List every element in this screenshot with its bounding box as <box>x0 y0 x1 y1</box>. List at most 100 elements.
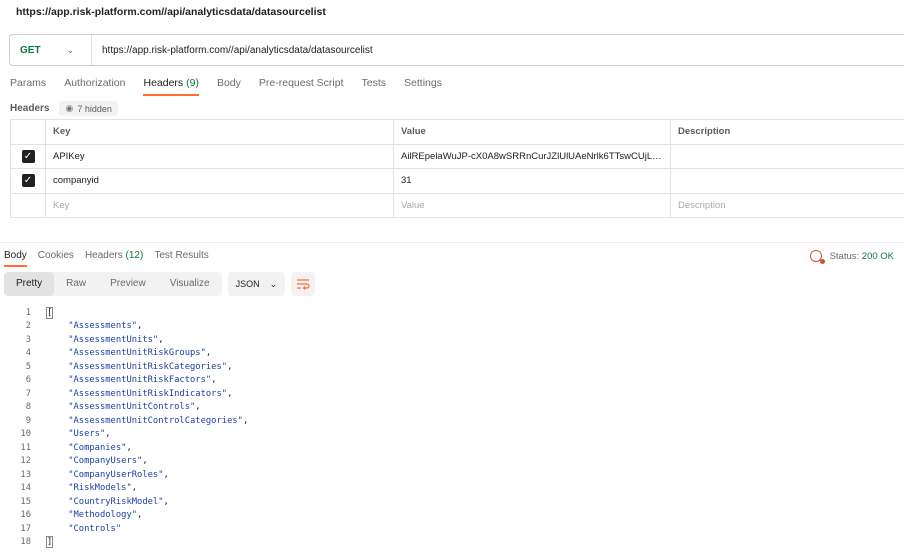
request-tabs: Params Authorization Headers (9) Body Pr… <box>10 77 460 96</box>
tab-authorization[interactable]: Authorization <box>64 77 125 96</box>
code-line: 5 "AssessmentUnitRiskCategories", <box>0 360 904 374</box>
code-text: "AssessmentUnitRiskCategories", <box>68 361 233 372</box>
code-line: 16 "Methodology", <box>0 509 904 523</box>
empty-check-cell <box>10 192 46 218</box>
tab-headers[interactable]: Headers (9) <box>143 77 199 96</box>
header-key-cell[interactable]: companyid <box>45 168 394 194</box>
header-value-cell[interactable]: 31 <box>393 168 671 194</box>
code-line: 7 "AssessmentUnitRiskIndicators", <box>0 387 904 401</box>
code-line: 3 "AssessmentUnits", <box>0 333 904 347</box>
response-tab-cookies[interactable]: Cookies <box>38 250 74 267</box>
url-input[interactable]: https://app.risk-platform.com//api/analy… <box>92 45 373 56</box>
new-description-input[interactable]: Description <box>670 192 904 218</box>
header-key-cell[interactable]: APIKey <box>45 143 394 169</box>
status-label: Status: <box>829 250 860 262</box>
line-number: 4 <box>25 348 31 359</box>
code-line: 18] <box>0 536 904 550</box>
line-number: 6 <box>25 375 31 386</box>
code-line: 15 "CountryRiskModel", <box>0 495 904 509</box>
code-text: "Methodology", <box>68 510 143 521</box>
globe-icon[interactable] <box>809 250 825 264</box>
response-tab-headers[interactable]: Headers (12) <box>85 250 143 267</box>
tab-body[interactable]: Body <box>217 77 241 96</box>
view-visualize-button[interactable]: Visualize <box>158 272 222 296</box>
column-header-key: Key <box>45 119 394 145</box>
eye-icon: ◉ <box>65 103 74 113</box>
code-text: "Companies", <box>68 442 132 453</box>
table-row: ✓ companyid 31 <box>10 168 904 194</box>
code-text: "CompanyUsers", <box>68 456 148 467</box>
line-number: 7 <box>25 388 31 399</box>
code-text: ] <box>45 536 54 549</box>
code-line: 17 "Controls" <box>0 522 904 536</box>
code-text: "Controls" <box>68 523 122 534</box>
headers-table: Key Value Description ✓ APIKey AilREpela… <box>10 119 904 218</box>
response-tabs: Body Cookies Headers (12) Test Results <box>4 250 220 267</box>
format-select[interactable]: JSON ⌄ <box>227 272 286 296</box>
tab-pre-request-script[interactable]: Pre-request Script <box>259 77 344 96</box>
line-number: 13 <box>20 469 31 480</box>
code-line: 13 "CompanyUserRoles", <box>0 468 904 482</box>
line-number: 1 <box>25 307 31 318</box>
tab-settings[interactable]: Settings <box>404 77 442 96</box>
format-label: JSON <box>235 279 260 289</box>
divider <box>0 242 904 243</box>
line-number: 3 <box>25 334 31 345</box>
code-line: 10 "Users", <box>0 428 904 442</box>
header-description-cell[interactable] <box>670 168 904 194</box>
table-header-check <box>10 119 46 145</box>
hidden-headers-label: 7 hidden <box>77 103 112 114</box>
code-text: [ <box>45 306 54 319</box>
response-body-code[interactable]: 1[2 "Assessments", 3 "AssessmentUnits", 4 … <box>0 306 904 549</box>
line-number: 12 <box>20 456 31 467</box>
code-text: "AssessmentUnitRiskGroups", <box>68 348 212 359</box>
view-raw-button[interactable]: Raw <box>54 272 98 296</box>
wrap-icon <box>297 279 310 290</box>
code-line: 12 "CompanyUsers", <box>0 455 904 469</box>
code-text: "CountryRiskModel", <box>68 496 169 507</box>
line-number: 16 <box>20 510 31 521</box>
code-line: 11 "Companies", <box>0 441 904 455</box>
code-text: "RiskModels", <box>68 483 138 494</box>
header-description-cell[interactable] <box>670 143 904 169</box>
header-value-cell[interactable]: AilREpelaWuJP-cX0A8wSRRnCurJZlUlUAeNrlk6… <box>401 151 663 162</box>
column-header-description: Description <box>670 119 904 145</box>
headers-row: Headers ◉ 7 hidden <box>10 101 118 116</box>
line-number: 5 <box>25 361 31 372</box>
response-tab-test-results[interactable]: Test Results <box>154 250 208 267</box>
response-tab-body[interactable]: Body <box>4 250 27 267</box>
view-preview-button[interactable]: Preview <box>98 272 158 296</box>
wrap-lines-button[interactable] <box>291 272 316 296</box>
table-row-new: Key Value Description <box>10 192 904 218</box>
response-headers-count: (12) <box>125 250 144 261</box>
code-text: "Users", <box>68 429 111 440</box>
line-number: 10 <box>20 429 31 440</box>
code-line: 9 "AssessmentUnitControlCategories", <box>0 414 904 428</box>
code-line: 6 "AssessmentUnitRiskFactors", <box>0 374 904 388</box>
line-number: 17 <box>20 523 31 534</box>
chevron-down-icon: ⌄ <box>269 278 278 289</box>
status-value[interactable]: 200 OK <box>862 251 894 262</box>
view-pretty-button[interactable]: Pretty <box>4 272 55 296</box>
headers-label: Headers <box>10 103 50 114</box>
method-label: GET <box>20 44 41 56</box>
code-line: 1[ <box>0 306 904 320</box>
checkbox-apikey[interactable]: ✓ <box>21 149 35 163</box>
new-key-input[interactable]: Key <box>45 192 394 218</box>
code-line: 2 "Assessments", <box>0 320 904 334</box>
code-line: 14 "RiskModels", <box>0 482 904 496</box>
method-select[interactable]: GET ⌄ <box>10 35 92 65</box>
code-text: "Assessments", <box>68 321 143 332</box>
tab-tests[interactable]: Tests <box>362 77 387 96</box>
code-text: "CompanyUserRoles", <box>68 469 169 480</box>
code-text: "AssessmentUnitControlCategories", <box>68 415 249 426</box>
new-value-input[interactable]: Value <box>393 192 671 218</box>
hidden-headers-toggle[interactable]: ◉ 7 hidden <box>59 101 118 116</box>
tab-params[interactable]: Params <box>10 77 46 96</box>
chevron-down-icon: ⌄ <box>66 44 75 55</box>
checkbox-companyid[interactable]: ✓ <box>21 174 35 188</box>
line-number: 9 <box>25 415 31 426</box>
table-header-row: Key Value Description <box>10 119 904 145</box>
line-number: 14 <box>20 483 31 494</box>
page-title: https://app.risk-platform.com//api/analy… <box>16 6 326 18</box>
